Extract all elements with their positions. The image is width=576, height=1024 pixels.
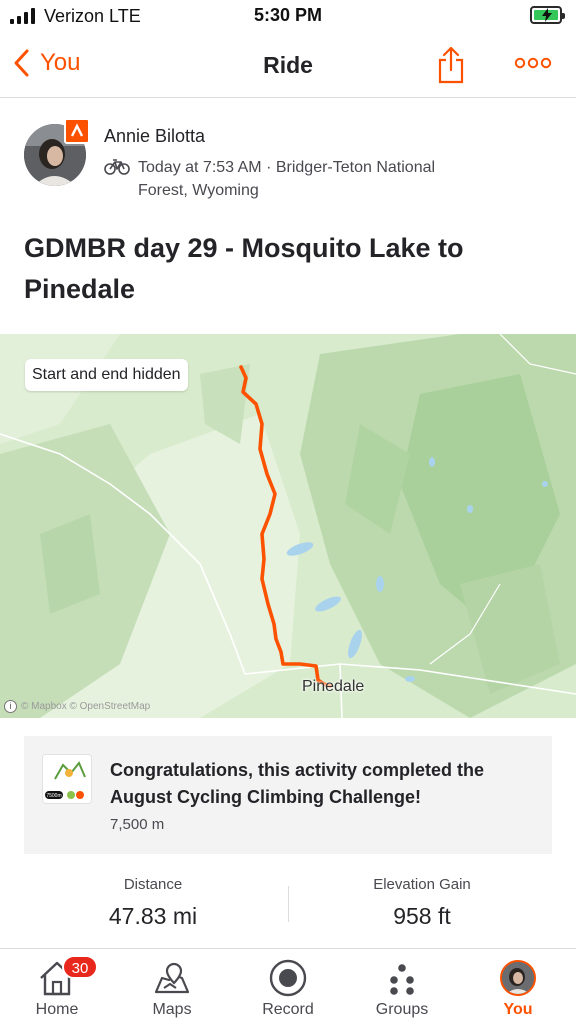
activity-title: GDMBR day 29 - Mosquito Lake to Pinedale xyxy=(24,233,464,304)
achievement-text: Congratulations, this activity completed… xyxy=(110,760,485,807)
tab-groups[interactable]: Groups xyxy=(357,957,447,1019)
stat-distance: Distance 47.83 mi xyxy=(53,876,253,930)
stat-label: Elevation Gain xyxy=(373,876,471,893)
privacy-label: Start and end hidden xyxy=(25,359,188,391)
tab-maps[interactable]: Maps xyxy=(127,957,217,1019)
share-button[interactable] xyxy=(436,46,466,89)
stat-elevation-gain: Elevation Gain 958 ft xyxy=(322,876,522,930)
back-label: You xyxy=(40,49,81,76)
badge-text: 7500m xyxy=(46,793,61,799)
record-icon xyxy=(269,959,307,997)
nav-bar: You Ride xyxy=(0,34,576,98)
activity-meta: Today at 7:53 AM · Bridger-Teton Nationa… xyxy=(138,159,436,199)
back-button[interactable]: You xyxy=(12,48,81,78)
groups-icon xyxy=(390,964,414,995)
avatar xyxy=(500,960,536,996)
map-terrain xyxy=(0,334,576,718)
tab-label: Maps xyxy=(152,1001,192,1018)
map-attribution[interactable]: i © Mapbox © OpenStreetMap xyxy=(4,700,150,713)
stat-label: Distance xyxy=(123,876,183,893)
athlete-name[interactable]: Annie Bilotta xyxy=(104,126,205,147)
map-place-label: Pinedale xyxy=(302,678,365,695)
attribution-text: © Mapbox © OpenStreetMap xyxy=(21,701,151,712)
chevron-left-icon xyxy=(14,49,29,77)
tab-bar: 30 Home Maps Record Groups You xyxy=(0,948,576,1024)
achievement-subtext: 7,500 m xyxy=(110,816,165,833)
tab-record[interactable]: Record xyxy=(243,957,333,1019)
status-bar: Verizon LTE 5:30 PM xyxy=(0,0,576,34)
tab-label: Groups xyxy=(375,1001,429,1018)
stat-divider xyxy=(288,886,289,922)
more-options-button[interactable] xyxy=(514,56,552,75)
strava-subscriber-badge xyxy=(64,118,90,144)
stat-value: 958 ft xyxy=(393,903,451,929)
route-map[interactable]: Start and end hidden Pinedale i © Mapbox… xyxy=(0,334,576,718)
challenge-badge-icon: 7500m xyxy=(42,754,92,804)
stat-value: 47.83 mi xyxy=(108,903,198,929)
more-icon xyxy=(514,57,552,69)
clock: 5:30 PM xyxy=(253,5,323,25)
tab-home[interactable]: 30 Home xyxy=(12,955,102,1019)
tab-you[interactable]: You xyxy=(473,957,563,1019)
page-title: Ride xyxy=(263,52,313,78)
tab-label: Home xyxy=(35,1001,79,1018)
bike-icon xyxy=(104,158,130,181)
share-icon xyxy=(438,46,464,84)
activity-stats: Distance 47.83 mi Elevation Gain 958 ft xyxy=(0,866,576,946)
challenge-achievement-card[interactable]: 7500m Congratulations, this activity com… xyxy=(24,736,552,854)
notification-badge: 30 xyxy=(62,955,98,979)
tab-label: You xyxy=(503,1001,533,1018)
tab-label: Record xyxy=(262,1001,314,1018)
battery-charging-icon xyxy=(530,6,565,24)
map-icon xyxy=(154,962,190,994)
info-icon[interactable]: i xyxy=(4,700,17,713)
